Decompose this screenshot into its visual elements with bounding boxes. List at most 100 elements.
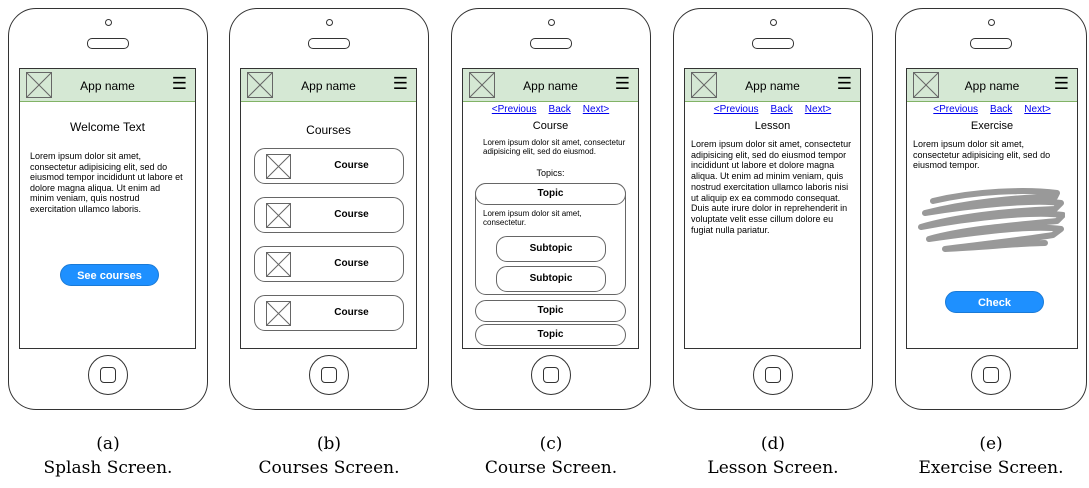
exercise-body: Lorem ipsum dolor sit amet, consectetur …	[913, 139, 1051, 170]
caption-b: (b) Courses Screen.	[229, 432, 429, 480]
caption-text: Splash Screen.	[43, 458, 173, 478]
phone-course: App name ☰ <Previous Back Next> Course Lor…	[451, 8, 651, 410]
home-button[interactable]	[309, 355, 349, 395]
hamburger-menu-icon[interactable]: ☰	[837, 75, 852, 92]
camera-dot	[105, 19, 112, 26]
home-square-icon	[765, 367, 781, 383]
topic-text: Lorem ipsum dolor sit amet, consectetur.	[483, 209, 582, 227]
topic-button[interactable]: Topic	[475, 324, 626, 346]
image-placeholder-icon	[266, 154, 291, 179]
course-body: Lorem ipsum dolor sit amet, consectetur …	[483, 138, 626, 156]
course-label: Course	[334, 209, 369, 220]
course-label: Course	[334, 258, 369, 269]
nav-links: <Previous Back Next>	[907, 104, 1077, 115]
course-card[interactable]: Course	[254, 295, 404, 331]
exercise-title: Exercise	[970, 120, 1014, 132]
screen-courses: App name ☰ Courses Course Course Course …	[240, 68, 417, 349]
topic-button[interactable]: Topic	[475, 300, 626, 322]
see-courses-button[interactable]: See courses	[60, 264, 159, 286]
hamburger-menu-icon[interactable]: ☰	[1054, 75, 1069, 92]
home-button[interactable]	[971, 355, 1011, 395]
screen-course: App name ☰ <Previous Back Next> Course Lor…	[462, 68, 639, 349]
course-card[interactable]: Course	[254, 197, 404, 233]
home-button[interactable]	[753, 355, 793, 395]
speaker-slot	[970, 38, 1012, 49]
course-card[interactable]: Course	[254, 148, 404, 184]
topics-label: Topics:	[536, 168, 565, 178]
welcome-title: Welcome Text	[70, 120, 145, 134]
welcome-body: Lorem ipsum dolor sit amet, consectetur …	[30, 151, 183, 214]
app-name: App name	[964, 79, 1020, 93]
hamburger-menu-icon[interactable]: ☰	[393, 75, 408, 92]
lesson-body: Lorem ipsum dolor sit amet, consectetur …	[691, 139, 852, 235]
course-card[interactable]: Course	[254, 246, 404, 282]
previous-link[interactable]: <Previous	[492, 104, 537, 115]
home-button[interactable]	[531, 355, 571, 395]
phone-courses: App name ☰ Courses Course Course Course …	[229, 8, 429, 410]
back-link[interactable]: Back	[549, 104, 571, 115]
hamburger-menu-icon[interactable]: ☰	[172, 75, 187, 92]
course-label: Course	[334, 160, 369, 171]
lesson-title: Lesson	[754, 120, 791, 132]
caption-letter: (a)	[96, 434, 120, 454]
phone-exercise: App name ☰ <Previous Back Next> Exercise L…	[895, 8, 1087, 410]
screen-splash: App name ☰ Welcome Text Lorem ipsum dolo…	[19, 68, 196, 349]
app-header: App name ☰	[907, 69, 1077, 102]
home-square-icon	[321, 367, 337, 383]
screen-exercise: App name ☰ <Previous Back Next> Exercise L…	[906, 68, 1078, 349]
camera-dot	[988, 19, 995, 26]
check-button[interactable]: Check	[945, 291, 1044, 313]
caption-letter: (c)	[539, 434, 563, 454]
caption-letter: (d)	[760, 434, 786, 454]
speaker-slot	[752, 38, 794, 49]
speaker-slot	[530, 38, 572, 49]
hamburger-menu-icon[interactable]: ☰	[615, 75, 630, 92]
app-header: App name ☰	[685, 69, 860, 102]
back-link[interactable]: Back	[990, 104, 1012, 115]
nav-links: <Previous Back Next>	[463, 104, 638, 115]
next-link[interactable]: Next>	[583, 104, 609, 115]
caption-text: Exercise Screen.	[918, 458, 1064, 478]
image-placeholder-icon	[266, 203, 291, 228]
caption-text: Courses Screen.	[258, 458, 400, 478]
subtopic-button[interactable]: Subtopic	[496, 236, 606, 262]
caption-letter: (e)	[979, 434, 1003, 454]
caption-text: Course Screen.	[484, 458, 618, 478]
previous-link[interactable]: <Previous	[933, 104, 978, 115]
app-name: App name	[745, 79, 800, 93]
image-placeholder-icon	[266, 301, 291, 326]
previous-link[interactable]: <Previous	[714, 104, 759, 115]
speaker-slot	[308, 38, 350, 49]
caption-text: Lesson Screen.	[707, 458, 839, 478]
caption-c: (c) Course Screen.	[451, 432, 651, 480]
home-square-icon	[543, 367, 559, 383]
camera-dot	[770, 19, 777, 26]
image-placeholder-icon	[266, 252, 291, 277]
caption-e: (e) Exercise Screen.	[891, 432, 1089, 480]
caption-a: (a) Splash Screen.	[8, 432, 208, 480]
next-link[interactable]: Next>	[1024, 104, 1050, 115]
topic-header[interactable]: Topic	[475, 183, 626, 205]
next-link[interactable]: Next>	[805, 104, 831, 115]
phone-splash: App name ☰ Welcome Text Lorem ipsum dolo…	[8, 8, 208, 410]
camera-dot	[548, 19, 555, 26]
nav-links: <Previous Back Next>	[685, 104, 860, 115]
app-header: App name ☰	[241, 69, 416, 102]
caption-letter: (b)	[316, 434, 342, 454]
app-header: App name ☰	[20, 69, 195, 102]
app-name: App name	[301, 79, 356, 93]
speaker-slot	[87, 38, 129, 49]
app-name: App name	[80, 79, 135, 93]
screen-lesson: App name ☰ <Previous Back Next> Lesson Lor…	[684, 68, 861, 349]
app-header: App name ☰	[463, 69, 638, 102]
subtopic-button[interactable]: Subtopic	[496, 266, 606, 292]
home-square-icon	[983, 367, 999, 383]
course-label: Course	[334, 307, 369, 318]
course-title: Course	[532, 120, 569, 132]
camera-dot	[326, 19, 333, 26]
app-name: App name	[523, 79, 578, 93]
courses-title: Courses	[306, 123, 351, 137]
home-button[interactable]	[88, 355, 128, 395]
scribble-drawing	[918, 188, 1065, 252]
back-link[interactable]: Back	[771, 104, 793, 115]
